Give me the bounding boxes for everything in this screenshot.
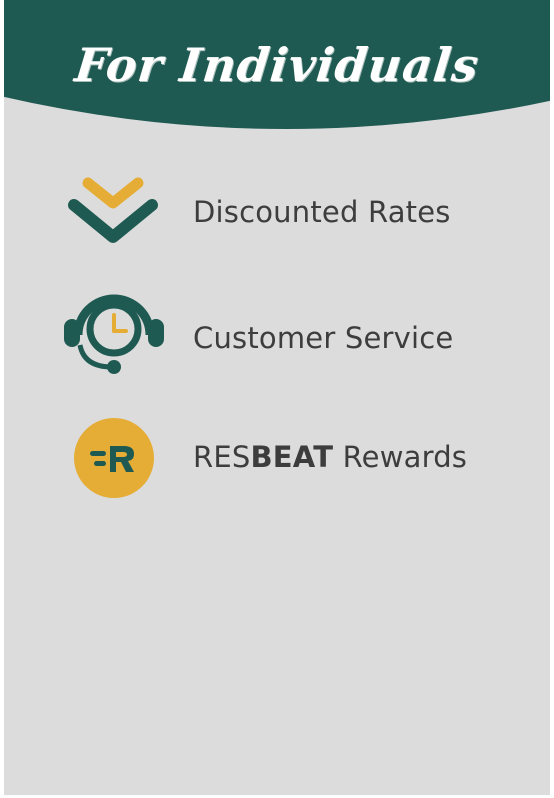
double-chevron-down-icon (68, 177, 158, 243)
feature-label: Customer Service (193, 321, 454, 355)
feature-label: RESBEAT Rewards (193, 440, 468, 474)
headset-clock-icon (64, 294, 164, 374)
feature-customer-service: Customer Service (0, 285, 554, 385)
resbeat-logo-icon (74, 418, 154, 498)
feature-discounted-rates: Discounted Rates (0, 165, 554, 265)
feature-label: Discounted Rates (193, 195, 451, 229)
individuals-card: For Individuals Discounted Rates Custome… (0, 0, 554, 798)
feature-resbeat-rewards: RESBEAT Rewards (0, 410, 554, 510)
header-title: For Individuals (72, 38, 482, 92)
